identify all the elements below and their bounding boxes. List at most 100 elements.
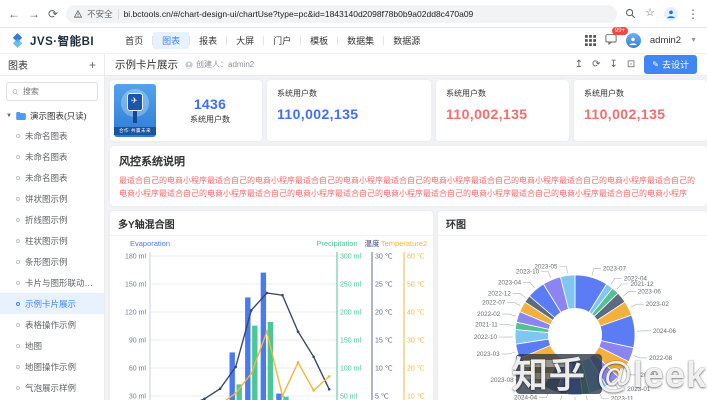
svg-text:2023-02: 2023-02 <box>646 301 670 308</box>
go-design-label: 去设计 <box>662 58 689 71</box>
sidebar-item[interactable]: 卡片与图形联动示例 <box>0 272 104 293</box>
fullscreen-icon[interactable]: ⊡ <box>627 59 635 70</box>
sidebar-search[interactable] <box>6 82 98 101</box>
svg-text:2021-11: 2021-11 <box>475 321 498 328</box>
add-chart-button[interactable]: + <box>89 58 96 72</box>
brand[interactable]: JVS·智能BI <box>10 33 94 49</box>
notice-card: 风控系统说明 最适合自己的电商小程序最适合自己的电商小程序最适合自己的电商小程序… <box>110 146 707 206</box>
stat-card-3-label: 系统用户数 <box>446 88 559 99</box>
item-bullet-icon <box>16 386 20 390</box>
stat-card-2[interactable]: 系统用户数 110,002,135 <box>267 80 431 141</box>
sidebar-item[interactable]: 折线图示例 <box>0 209 104 230</box>
sidebar-panel-title: 图表 <box>8 57 28 72</box>
sidebar-item[interactable]: 地图 <box>0 335 104 356</box>
messages-button[interactable]: 99+ <box>605 32 617 50</box>
bookmark-star-icon[interactable]: ☆ <box>645 8 655 19</box>
back-icon[interactable]: ← <box>8 8 20 20</box>
multi-axis-chart[interactable]: Evaporation180 ml150 ml120 ml90 ml60 ml3… <box>110 236 433 400</box>
svg-text:40 ℃: 40 ℃ <box>407 310 425 317</box>
svg-text:2023-08: 2023-08 <box>490 377 514 384</box>
username[interactable]: admin2 <box>650 35 681 46</box>
multi-axis-chart-body: Evaporation180 ml150 ml120 ml90 ml60 ml3… <box>110 236 433 400</box>
sidebar-item[interactable]: 柱状图示例 <box>0 230 104 251</box>
browser-profile-avatar[interactable] <box>664 7 678 21</box>
folder-icon <box>16 112 26 120</box>
sidebar-item[interactable]: 示例卡片展示 <box>0 293 104 314</box>
stat-card-4-label: 系统用户数 <box>584 88 697 99</box>
export-icon[interactable]: ↥ <box>575 59 583 70</box>
sidebar-item[interactable]: 表格操作示例 <box>0 314 104 335</box>
donut-chart-title: 环图 <box>438 211 707 236</box>
security-label: 不安全 <box>87 8 113 20</box>
item-bullet-icon <box>16 155 20 159</box>
page-title: 示例卡片展示 <box>115 57 178 72</box>
nav-item-6[interactable]: 模板 <box>301 32 337 49</box>
nav-item-3[interactable]: 报表 <box>190 32 226 49</box>
user-chevron-down-icon[interactable]: ▼ <box>690 37 697 44</box>
item-bullet-icon <box>16 344 20 348</box>
sidebar-item[interactable]: 气泡展示样例 <box>0 377 104 398</box>
stat-card-2-value: 110,002,135 <box>277 106 421 122</box>
item-bullet-icon <box>16 176 20 180</box>
stat-card-image[interactable]: 合作·共赢未来 1436 系统用户数 <box>110 80 262 141</box>
address-bar[interactable]: 不安全 bi.bctools.cn/#/chart-design-ui/char… <box>66 5 617 23</box>
chart-tooltip <box>516 354 602 394</box>
stat-card-2-label: 系统用户数 <box>277 88 421 99</box>
svg-text:10 ℃: 10 ℃ <box>407 394 425 400</box>
forward-icon[interactable]: → <box>28 8 40 20</box>
svg-text:120 ml: 120 ml <box>125 310 146 317</box>
not-secure-icon <box>74 10 82 18</box>
stat-card-4[interactable]: 系统用户数 110,002,135 <box>574 80 707 141</box>
svg-text:2023-06: 2023-06 <box>638 289 662 296</box>
sidebar-item[interactable]: 未命名图表 <box>0 167 104 188</box>
sidebar-item[interactable]: 条形图示例 <box>0 251 104 272</box>
nav-item-2[interactable]: 图表 <box>153 32 189 49</box>
sidebar-item[interactable]: 饼状图示例 <box>0 188 104 209</box>
svg-text:100 ml: 100 ml <box>340 366 361 373</box>
svg-text:2023-05: 2023-05 <box>534 264 558 271</box>
sidebar-item-label: 卡片与图形联动示例 <box>25 277 98 289</box>
sidebar-folder[interactable]: ▼ 演示图表(只读) <box>0 107 104 125</box>
svg-text:60 ℃: 60 ℃ <box>407 254 425 261</box>
nav-item-4[interactable]: 大屏 <box>227 32 263 49</box>
brand-name: JVS·智能BI <box>30 33 94 49</box>
search-input[interactable] <box>23 87 92 96</box>
tooltip-line <box>523 373 581 379</box>
item-bullet-icon <box>16 197 20 201</box>
svg-text:2023-07: 2023-07 <box>603 266 627 273</box>
sidebar-item[interactable]: 地图操作示例 <box>0 356 104 377</box>
svg-text:2022-10: 2022-10 <box>474 334 498 341</box>
tooltip-line <box>523 360 565 367</box>
nav-item-5[interactable]: 门户 <box>264 32 300 49</box>
search-zoom-icon[interactable] <box>625 8 636 19</box>
notice-text: 最适合自己的电商小程序最适合自己的电商小程序最适合自己的电商小程序最适合自己的电… <box>119 174 698 200</box>
download-icon[interactable]: ↧ <box>610 59 618 70</box>
promo-illustration: 合作·共赢未来 <box>114 84 156 137</box>
svg-text:2022-12: 2022-12 <box>488 290 512 297</box>
sidebar-item-label: 柱状图示例 <box>25 235 68 247</box>
sidebar-item-label: 未命名图表 <box>25 172 68 184</box>
browser-menu-icon[interactable]: ⋮ <box>687 8 699 20</box>
sidebar-item-label: 示例卡片展示 <box>25 298 76 310</box>
sidebar-item[interactable]: 未命名图表 <box>0 146 104 167</box>
go-design-button[interactable]: ✎ 去设计 <box>644 55 697 74</box>
nav-item-8[interactable]: 数据源 <box>384 32 429 49</box>
svg-text:20 ℃: 20 ℃ <box>375 310 393 317</box>
reload-icon[interactable]: ⟳ <box>48 8 58 20</box>
item-bullet-icon <box>16 134 20 138</box>
apps-grid-icon[interactable] <box>585 35 596 46</box>
nav-item-1[interactable]: 首页 <box>116 32 152 49</box>
item-bullet-icon <box>16 239 20 243</box>
omnibox-divider <box>118 9 119 19</box>
illustration-caption: 合作·共赢未来 <box>114 127 156 135</box>
nav-item-7[interactable]: 数据集 <box>338 32 383 49</box>
sign-shape <box>127 93 143 111</box>
svg-text:2021-12: 2021-12 <box>630 281 654 288</box>
sidebar-item[interactable]: 未命名图表 <box>0 125 104 146</box>
item-bullet-icon <box>16 302 20 306</box>
stat-card-3[interactable]: 系统用户数 110,002,135 <box>436 80 569 141</box>
refresh-icon[interactable]: ⟳ <box>592 59 600 70</box>
svg-text:150 ml: 150 ml <box>125 282 146 289</box>
item-bullet-icon <box>16 281 20 285</box>
user-avatar[interactable] <box>626 33 641 48</box>
